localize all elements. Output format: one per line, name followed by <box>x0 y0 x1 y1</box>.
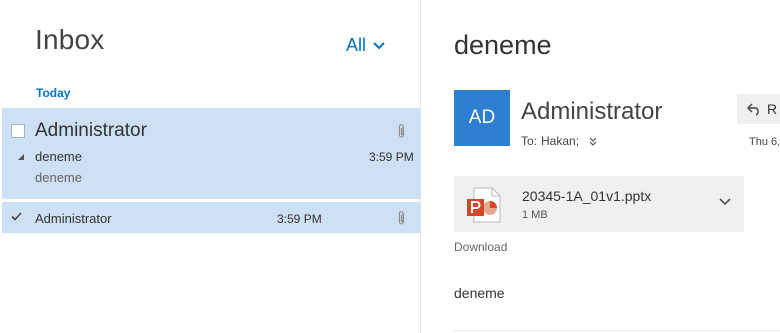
reading-subject: deneme <box>454 30 552 60</box>
recipients-line: To: Hakan; <box>521 134 597 148</box>
checkmark-icon <box>11 212 22 221</box>
select-checkbox[interactable] <box>11 124 25 138</box>
message-item[interactable]: Administrator 3:59 PM <box>2 202 420 233</box>
filter-label: All <box>346 35 367 55</box>
powerpoint-file-icon <box>467 187 501 223</box>
reply-button[interactable]: R <box>737 94 780 124</box>
message-time: 3:59 PM <box>277 212 322 226</box>
reply-label: R <box>767 101 778 117</box>
message-body: deneme <box>454 285 505 301</box>
download-link[interactable]: Download <box>454 240 507 254</box>
conversation-sender: Administrator <box>35 120 147 141</box>
attachment-size: 1 MB <box>522 209 548 221</box>
message-time: 3:59 PM <box>369 150 414 164</box>
sender-name[interactable]: Administrator <box>521 98 662 126</box>
paperclip-icon <box>398 124 405 138</box>
to-label: To: <box>521 134 538 148</box>
chevron-down-icon <box>373 41 385 49</box>
paperclip-icon <box>398 211 405 225</box>
attachment-name: 20345-1A_01v1.pptx <box>522 188 652 204</box>
message-sender: Administrator <box>35 211 112 226</box>
folder-title: Inbox <box>35 24 105 55</box>
filter-dropdown[interactable]: All <box>346 35 385 56</box>
reading-pane: deneme AD Administrator To: Hakan; R Thu… <box>421 0 780 333</box>
message-subject: deneme <box>35 149 82 164</box>
sender-avatar[interactable]: AD <box>454 90 510 146</box>
message-preview: deneme <box>35 170 82 185</box>
date-group-header: Today <box>36 86 71 100</box>
attachment-card[interactable]: 20345-1A_01v1.pptx 1 MB <box>454 176 744 232</box>
collapse-triangle-icon[interactable] <box>18 154 25 161</box>
message-list-pane: Inbox All Today Administrator deneme 3:5… <box>0 0 420 333</box>
double-chevron-down-icon[interactable] <box>589 137 597 146</box>
body-divider <box>454 330 780 331</box>
conversation-item[interactable]: Administrator deneme 3:59 PM deneme <box>2 108 420 199</box>
recipient-name[interactable]: Hakan; <box>541 134 579 148</box>
chevron-down-icon[interactable] <box>719 198 731 206</box>
message-date: Thu 6, <box>749 136 780 148</box>
reply-all-icon <box>747 103 759 116</box>
